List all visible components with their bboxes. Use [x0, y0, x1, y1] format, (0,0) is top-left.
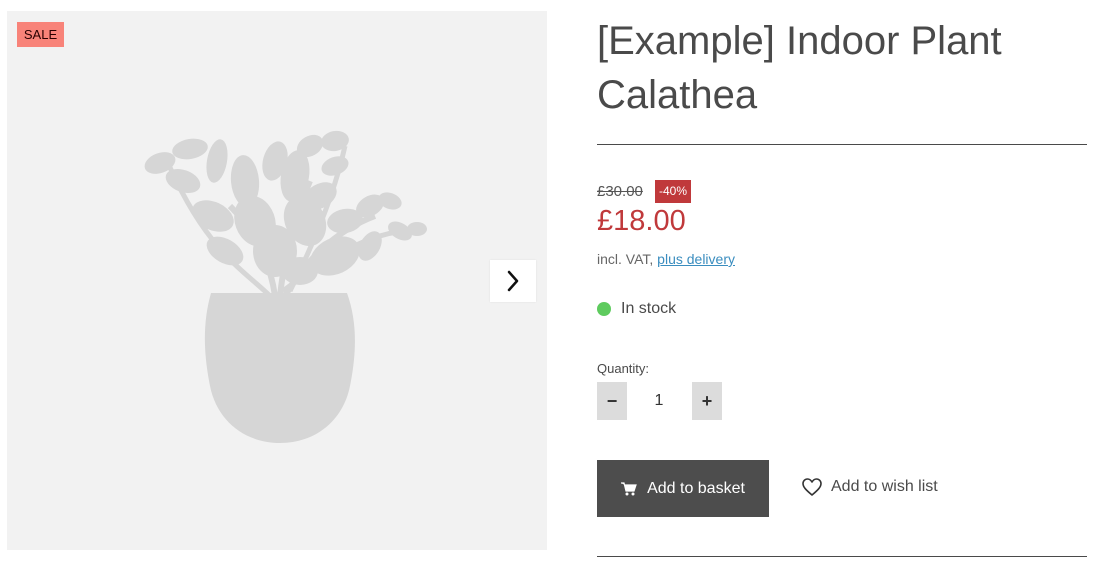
delivery-link[interactable]: plus delivery — [657, 251, 735, 267]
add-to-basket-label: Add to basket — [647, 479, 745, 497]
product-gallery: SALE — [7, 11, 547, 550]
quantity-label: Quantity: — [597, 361, 650, 376]
add-to-wishlist-link[interactable]: Add to wish list — [802, 478, 938, 496]
divider-top — [597, 144, 1087, 145]
add-to-wishlist-label: Add to wish list — [831, 478, 938, 495]
stock-indicator-icon — [597, 302, 611, 316]
plant-pot-illustration — [144, 130, 427, 443]
quantity-input[interactable] — [629, 382, 689, 420]
vat-note: incl. VAT, plus delivery — [597, 251, 735, 267]
quantity-increase-button[interactable]: + — [692, 382, 722, 420]
quantity-decrease-button[interactable]: − — [597, 382, 627, 420]
sale-badge: SALE — [17, 22, 64, 47]
stock-status: In stock — [597, 300, 676, 318]
discount-badge: -40% — [655, 180, 691, 203]
product-title: [Example] Indoor Plant Calathea — [597, 19, 1002, 117]
current-price: £18.00 — [597, 205, 686, 237]
chevron-right-icon — [507, 270, 519, 292]
heart-icon — [802, 478, 822, 496]
stock-label: In stock — [621, 300, 677, 317]
old-price: £30.00 — [597, 183, 643, 200]
vat-text: incl. VAT, — [597, 251, 654, 267]
cart-icon — [621, 481, 637, 495]
next-image-button[interactable] — [490, 260, 536, 302]
divider-bottom — [597, 556, 1087, 557]
add-to-basket-button[interactable]: Add to basket — [597, 460, 769, 517]
